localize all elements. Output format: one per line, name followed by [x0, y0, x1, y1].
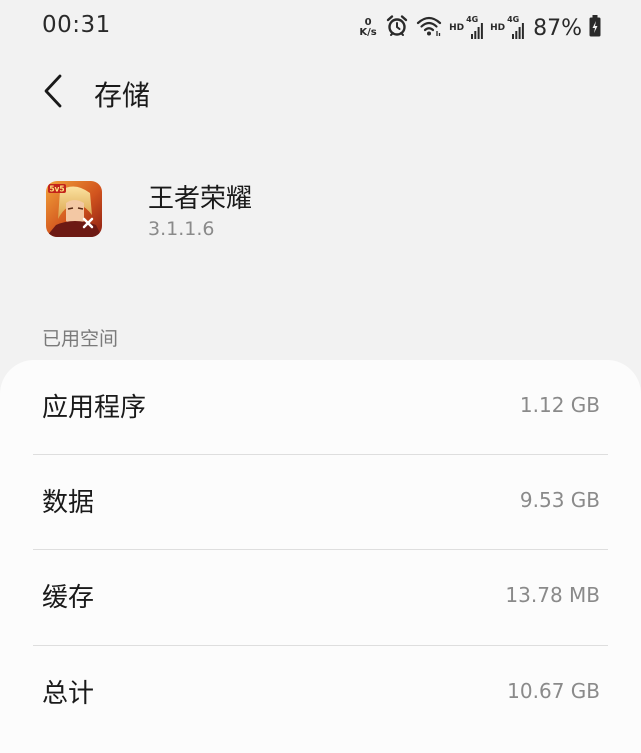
status-icons: 0 K/s HD 4G HD 4G 87%	[358, 12, 601, 44]
storage-row-label: 数据	[42, 488, 95, 518]
storage-card: 应用程序 1.12 GB 数据 9.53 GB 缓存 13.78 MB 总计 1…	[0, 360, 641, 753]
battery-percentage: 87%	[533, 15, 582, 41]
status-time: 00:31	[42, 12, 111, 38]
app-header: 存储	[0, 66, 641, 120]
sim1-hd-label: HD	[449, 23, 465, 33]
back-button[interactable]	[34, 72, 72, 114]
storage-row-label: 缓存	[42, 583, 95, 613]
app-icon: 5v5	[46, 181, 102, 237]
signal-icon: 4G	[466, 16, 483, 39]
chevron-left-icon	[42, 74, 64, 112]
storage-row-data: 数据 9.53 GB	[0, 455, 641, 550]
sim2-hd-label: HD	[490, 23, 506, 33]
app-name: 王者荣耀	[148, 184, 253, 214]
storage-row-label: 总计	[42, 679, 95, 709]
storage-row-cache: 缓存 13.78 MB	[0, 550, 641, 645]
sim1-signal: HD 4G	[449, 16, 483, 39]
battery-charging-icon	[589, 15, 601, 41]
storage-row-value: 1.12 GB	[519, 393, 600, 417]
storage-row-value: 9.53 GB	[519, 488, 600, 512]
page-title: 存储	[94, 79, 151, 112]
svg-text:5v5: 5v5	[49, 185, 64, 194]
app-version: 3.1.1.6	[148, 218, 215, 240]
storage-row-value: 13.78 MB	[505, 583, 600, 607]
storage-row-app: 应用程序 1.12 GB	[0, 360, 641, 455]
wifi-icon	[416, 15, 442, 41]
signal-icon: 4G	[507, 16, 524, 39]
status-bar: 00:31 0 K/s HD 4G HD 4G 87%	[0, 0, 641, 56]
storage-row-total: 总计 10.67 GB	[0, 646, 641, 741]
sim2-signal: HD 4G	[490, 16, 524, 39]
section-label-used-space: 已用空间	[42, 328, 119, 350]
storage-row-value: 10.67 GB	[507, 679, 600, 703]
network-speed: 0 K/s	[358, 18, 378, 38]
network-speed-unit: K/s	[359, 27, 377, 38]
alarm-icon	[385, 14, 409, 42]
storage-row-label: 应用程序	[42, 393, 147, 423]
